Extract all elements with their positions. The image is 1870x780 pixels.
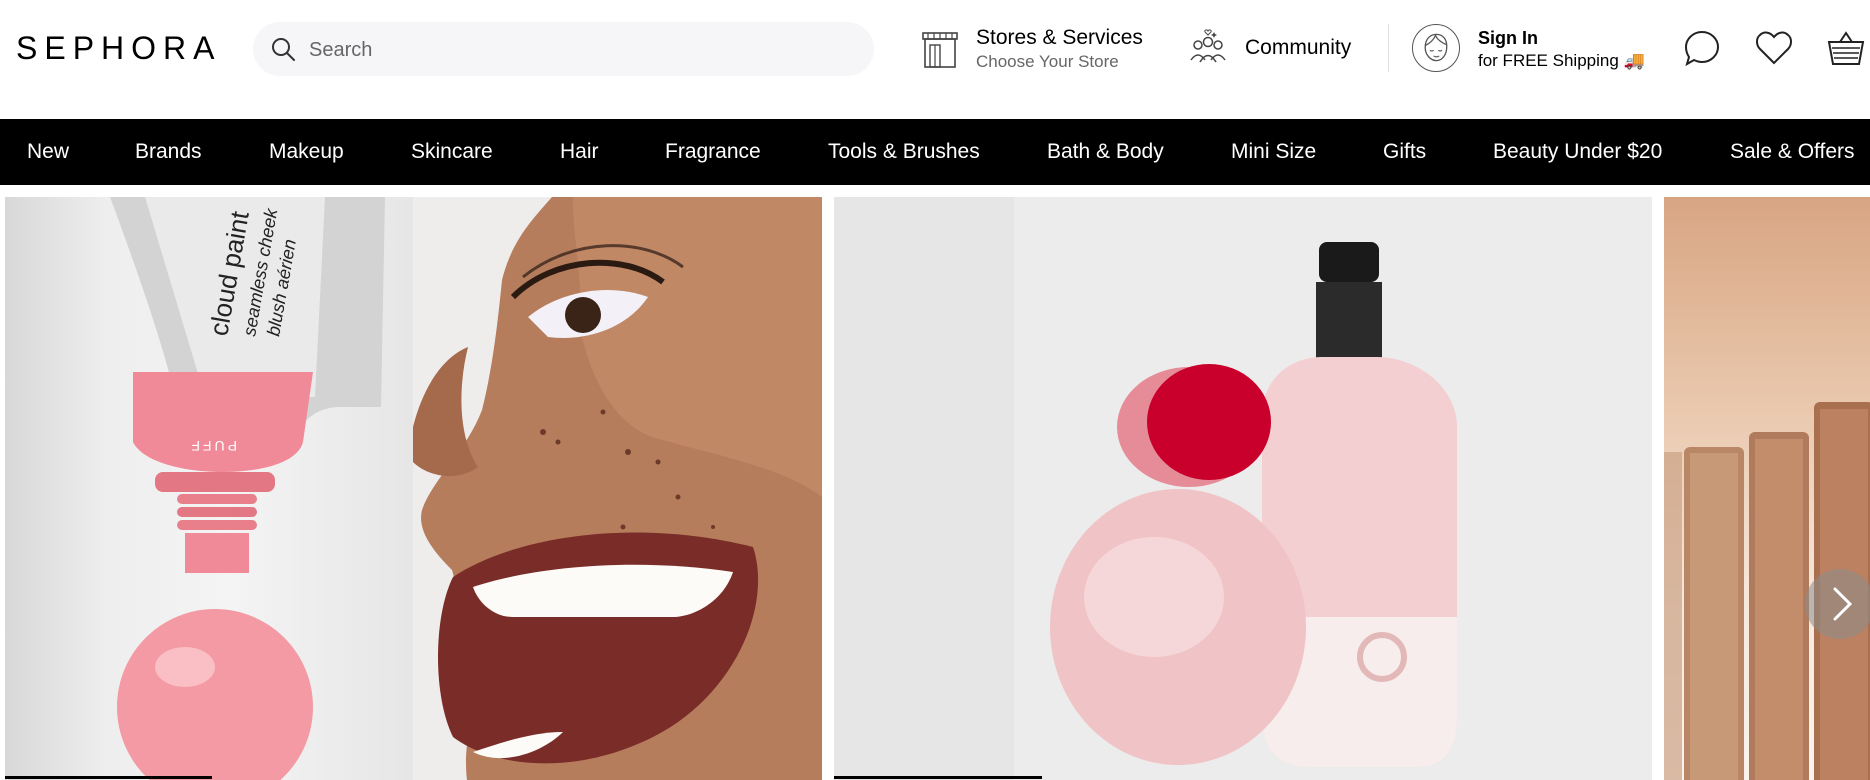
nav-item-mini-size[interactable]: Mini Size <box>1231 119 1316 185</box>
search-input[interactable] <box>307 22 851 78</box>
nav-item-bath-body[interactable]: Bath & Body <box>1047 119 1164 185</box>
perfume-bottle-image <box>834 197 1652 780</box>
hero-slide-3[interactable] <box>1664 197 1870 780</box>
sign-in-subtitle: for FREE Shipping 🚚 <box>1478 51 1645 70</box>
search-bar[interactable] <box>253 22 874 78</box>
nav-item-under-20[interactable]: Beauty Under $20 <box>1493 119 1662 185</box>
heart-icon[interactable] <box>1754 28 1794 68</box>
community-link[interactable]: Community <box>1188 28 1358 72</box>
chat-icon[interactable] <box>1682 28 1722 68</box>
chevron-right-icon <box>1833 587 1853 621</box>
search-icon <box>272 38 295 61</box>
store-icon <box>922 32 958 68</box>
hero-slide-1-product[interactable]: cloud paint seamless cheek blush aérien … <box>5 197 413 780</box>
nav-item-gifts[interactable]: Gifts <box>1383 119 1426 185</box>
avatar-icon <box>1412 24 1460 72</box>
category-nav: New Brands Makeup Skincare Hair Fragranc… <box>0 119 1870 185</box>
nav-item-new[interactable]: New <box>27 119 69 185</box>
sign-in-link[interactable]: Sign In for FREE Shipping 🚚 <box>1412 24 1652 76</box>
header-divider <box>1388 24 1389 72</box>
stores-services-link[interactable]: Stores & Services Choose Your Store <box>920 22 1150 76</box>
carousel-next-button[interactable] <box>1805 569 1870 639</box>
palette-image <box>1664 402 1870 780</box>
hero-slide-1-model[interactable] <box>413 197 822 780</box>
basket-icon[interactable] <box>1826 28 1866 68</box>
model-face-image <box>413 197 822 780</box>
stores-title: Stores & Services <box>976 26 1143 49</box>
blush-tube-image: cloud paint seamless cheek blush aérien … <box>110 197 385 780</box>
nav-item-sale[interactable]: Sale & Offers <box>1730 119 1855 185</box>
nav-item-tools[interactable]: Tools & Brushes <box>828 119 980 185</box>
nav-item-skincare[interactable]: Skincare <box>411 119 493 185</box>
slide-1-progress-bar <box>5 776 212 779</box>
slide-2-progress-bar <box>834 776 1042 779</box>
nav-item-brands[interactable]: Brands <box>135 119 202 185</box>
hero-slide-2[interactable] <box>834 197 1652 780</box>
community-icon <box>1190 29 1226 63</box>
sephora-logo[interactable]: SEPHORA <box>16 28 221 68</box>
nav-item-makeup[interactable]: Makeup <box>269 119 344 185</box>
hero-carousel: cloud paint seamless cheek blush aérien … <box>0 197 1870 780</box>
nav-item-fragrance[interactable]: Fragrance <box>665 119 761 185</box>
site-header: SEPHORA Stores & Services Choose Your St… <box>0 0 1870 119</box>
stores-subtitle: Choose Your Store <box>976 52 1119 71</box>
tube-puff-text: PUFF <box>188 438 237 454</box>
community-label: Community <box>1245 36 1352 59</box>
sign-in-title: Sign In <box>1478 28 1538 48</box>
nav-item-hair[interactable]: Hair <box>560 119 599 185</box>
